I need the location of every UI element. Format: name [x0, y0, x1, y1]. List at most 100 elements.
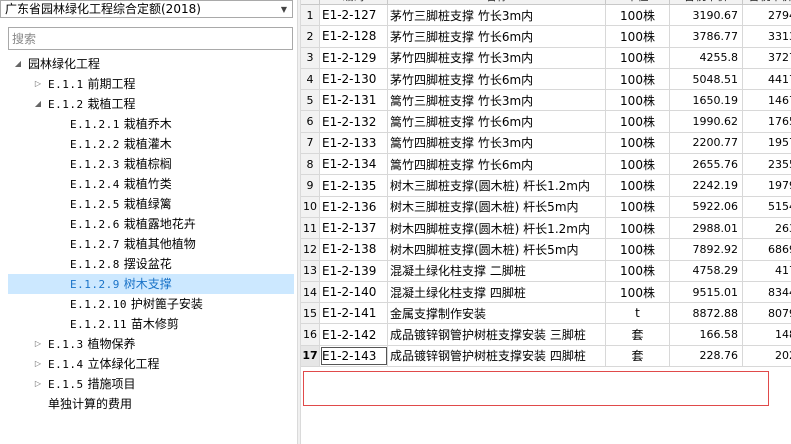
table-row[interactable]: 2E1-2-128茅竹三脚桩支撑 竹长6m内100株3786.773313 — [301, 26, 791, 48]
row-number-cell[interactable]: 3 — [301, 47, 320, 68]
tree-item-10[interactable]: E.1.2.8 摆设盆花 — [8, 254, 294, 274]
quota-unit-cell[interactable]: 套 — [606, 324, 670, 345]
quota-code-cell[interactable]: E1-2-131 — [320, 90, 388, 111]
quota-unit-cell[interactable]: 100株 — [606, 90, 670, 111]
tree-item-3[interactable]: E.1.2.1 栽植乔木 — [8, 114, 294, 134]
table-row[interactable]: 13E1-2-139混凝土绿化柱支撑 二脚桩100株4758.29417 — [301, 260, 791, 282]
quota-price-2-cell[interactable]: 1979 — [743, 175, 791, 195]
tree-item-4[interactable]: E.1.2.2 栽植灌木 — [8, 134, 294, 154]
tree-item-1[interactable]: ▷ E.1.1 前期工程 — [8, 74, 294, 94]
quota-price-cell[interactable]: 1650.19 — [670, 90, 743, 111]
quota-price-cell[interactable]: 8872.88 — [670, 303, 743, 324]
tree-item-15[interactable]: ▷ E.1.4 立体绿化工程 — [8, 354, 294, 374]
quota-code-cell[interactable]: E1-2-142 — [320, 324, 388, 345]
quota-price-2-cell[interactable]: 1467 — [743, 90, 791, 110]
quota-unit-cell[interactable]: 100株 — [606, 239, 670, 260]
quota-code-cell[interactable]: E1-2-127 — [320, 5, 388, 26]
quota-name-cell[interactable]: 篙竹三脚桩支撑 竹长6m内 — [388, 111, 606, 132]
quota-code-cell[interactable]: E1-2-139 — [320, 260, 388, 281]
quota-code-cell[interactable]: E1-2-138 — [320, 239, 388, 260]
quota-price-2-cell[interactable]: 4417 — [743, 69, 791, 89]
table-row[interactable]: 6E1-2-132篙竹三脚桩支撑 竹长6m内100株1990.621765 — [301, 111, 791, 133]
row-number-cell[interactable]: 16 — [301, 324, 320, 345]
table-row[interactable]: 4E1-2-130茅竹四脚桩支撑 竹长6m内100株5048.514417 — [301, 68, 791, 91]
quota-price-cell[interactable]: 4758.29 — [670, 260, 743, 281]
quota-price-2-cell[interactable]: 2355 — [743, 154, 791, 174]
quota-price-cell[interactable]: 166.58 — [670, 324, 743, 345]
table-row[interactable]: 10 E1-2-136 树木三脚桩支撑(圆木桩) 杆长5m内 100株 5922.06 5… — [301, 196, 791, 218]
quota-price-cell[interactable]: 5922.06 — [670, 196, 743, 217]
quota-unit-cell[interactable]: 100株 — [606, 5, 670, 26]
quota-price-cell[interactable]: 2242.19 — [670, 175, 743, 196]
quota-unit-cell[interactable]: 100株 — [606, 217, 670, 239]
quota-price-cell[interactable]: 9515.01 — [670, 281, 743, 303]
quota-code-cell[interactable]: E1-2-136 — [320, 196, 388, 217]
quota-price-2-cell[interactable]: 8079 — [743, 303, 791, 323]
quota-unit-cell[interactable]: 100株 — [606, 111, 670, 132]
quota-price-cell[interactable]: 1990.62 — [670, 111, 743, 132]
tree-item-16[interactable]: ▷ E.1.5 措施项目 — [8, 374, 294, 394]
quota-code-cell[interactable]: E1-2-143 — [320, 345, 388, 367]
table-row[interactable]: 11 E1-2-137 树木四脚桩支撑(圆木桩) 杆长1.2m内 100株 2988.0… — [301, 217, 791, 240]
quota-unit-cell[interactable]: 100株 — [606, 196, 670, 217]
quota-name-cell[interactable]: 茅竹四脚桩支撑 竹长3m内 — [388, 47, 606, 68]
dropdown-arrow-icon[interactable]: ▼ — [276, 1, 292, 17]
table-row[interactable]: 8E1-2-134篙竹四脚桩支撑 竹长6m内100株2655.762355 — [301, 154, 791, 176]
collapsed-triangle-icon[interactable]: ▷ — [32, 74, 44, 94]
quota-price-2-cell[interactable]: 8344 — [743, 282, 791, 302]
row-number-cell[interactable]: 5 — [301, 90, 320, 111]
row-number-cell[interactable]: 9 — [301, 175, 320, 196]
row-number-cell[interactable]: 17 — [301, 345, 320, 367]
quota-code-cell[interactable]: E1-2-141 — [320, 303, 388, 324]
tree-item-8[interactable]: E.1.2.6 栽植露地花卉 — [8, 214, 294, 234]
quota-name-cell[interactable]: 混凝土绿化柱支撑 四脚桩 — [388, 281, 606, 303]
table-row[interactable]: 15E1-2-141金属支撑制作安装t8872.888079 — [301, 303, 791, 325]
quota-name-cell[interactable]: 混凝土绿化柱支撑 二脚桩 — [388, 260, 606, 281]
quota-code-cell[interactable]: E1-2-140 — [320, 281, 388, 303]
quota-name-cell[interactable]: 树木四脚桩支撑(圆木桩) 杆长5m内 — [388, 239, 606, 260]
expanded-triangle-icon[interactable]: ◢ — [32, 94, 44, 114]
table-row[interactable]: 14E1-2-140混凝土绿化柱支撑 四脚桩100株9515.018344 — [301, 281, 791, 304]
table-row[interactable]: 9 E1-2-135 树木三脚桩支撑(圆木桩) 杆长1.2m内 100株 2242.19… — [301, 175, 791, 197]
collapsed-triangle-icon[interactable]: ▷ — [32, 354, 44, 374]
quota-unit-cell[interactable]: 套 — [606, 345, 670, 367]
quota-unit-cell[interactable]: t — [606, 303, 670, 324]
quota-price-cell[interactable]: 7892.92 — [670, 239, 743, 260]
tree-item-0[interactable]: ◢ 园林绿化工程 — [8, 54, 294, 74]
quota-price-2-cell[interactable]: 263 — [743, 218, 791, 238]
quota-code-cell[interactable]: E1-2-133 — [320, 132, 388, 154]
table-row[interactable]: 5E1-2-131篙竹三脚桩支撑 竹长3m内100株1650.191467 — [301, 90, 791, 112]
quota-price-cell[interactable]: 2988.01 — [670, 217, 743, 239]
quota-code-cell[interactable]: E1-2-135 — [320, 175, 388, 196]
quota-unit-cell[interactable]: 100株 — [606, 132, 670, 154]
quota-name-cell[interactable]: 篙竹四脚桩支撑 竹长6m内 — [388, 154, 606, 175]
row-number-cell[interactable]: 7 — [301, 132, 320, 154]
quota-price-cell[interactable]: 4255.8 — [670, 47, 743, 68]
tree-item-7[interactable]: E.1.2.5 栽植绿篱 — [8, 194, 294, 214]
row-number-cell[interactable]: 6 — [301, 111, 320, 132]
tree-item-2[interactable]: ◢ E.1.2 栽植工程 — [8, 94, 294, 114]
row-number-cell[interactable]: 1 — [301, 5, 320, 26]
row-number-cell[interactable]: 2 — [301, 26, 320, 47]
row-number-cell[interactable]: 11 — [301, 217, 320, 239]
quota-price-2-cell[interactable]: 148 — [743, 324, 791, 344]
quota-price-cell[interactable]: 3786.77 — [670, 26, 743, 47]
quota-unit-cell[interactable]: 100株 — [606, 175, 670, 196]
quota-name-cell[interactable]: 篙竹三脚桩支撑 竹长3m内 — [388, 90, 606, 111]
row-number-cell[interactable]: 12 — [301, 239, 320, 260]
quota-unit-cell[interactable]: 100株 — [606, 154, 670, 175]
quota-library-select[interactable]: 广东省园林绿化工程综合定额(2018) ▼ — [0, 0, 293, 18]
quota-name-cell[interactable]: 树木四脚桩支撑(圆木桩) 杆长1.2m内 — [388, 217, 606, 239]
row-number-cell[interactable]: 14 — [301, 281, 320, 303]
table-row[interactable]: 16E1-2-142成品镀锌钢管护树桩支撑安装 三脚桩套166.58148 — [301, 324, 791, 346]
quota-price-cell[interactable]: 5048.51 — [670, 68, 743, 90]
quota-price-cell[interactable]: 3190.67 — [670, 5, 743, 26]
table-row[interactable]: 3E1-2-129茅竹四脚桩支撑 竹长3m内100株4255.83727 — [301, 47, 791, 69]
quota-code-cell[interactable]: E1-2-137 — [320, 217, 388, 239]
quota-price-cell[interactable]: 2200.77 — [670, 132, 743, 154]
quota-name-cell[interactable]: 茅竹三脚桩支撑 竹长6m内 — [388, 26, 606, 47]
quota-unit-cell[interactable]: 100株 — [606, 47, 670, 68]
quota-unit-cell[interactable]: 100株 — [606, 26, 670, 47]
row-number-cell[interactable]: 4 — [301, 68, 320, 90]
quota-price-2-cell[interactable]: 2794 — [743, 5, 791, 25]
